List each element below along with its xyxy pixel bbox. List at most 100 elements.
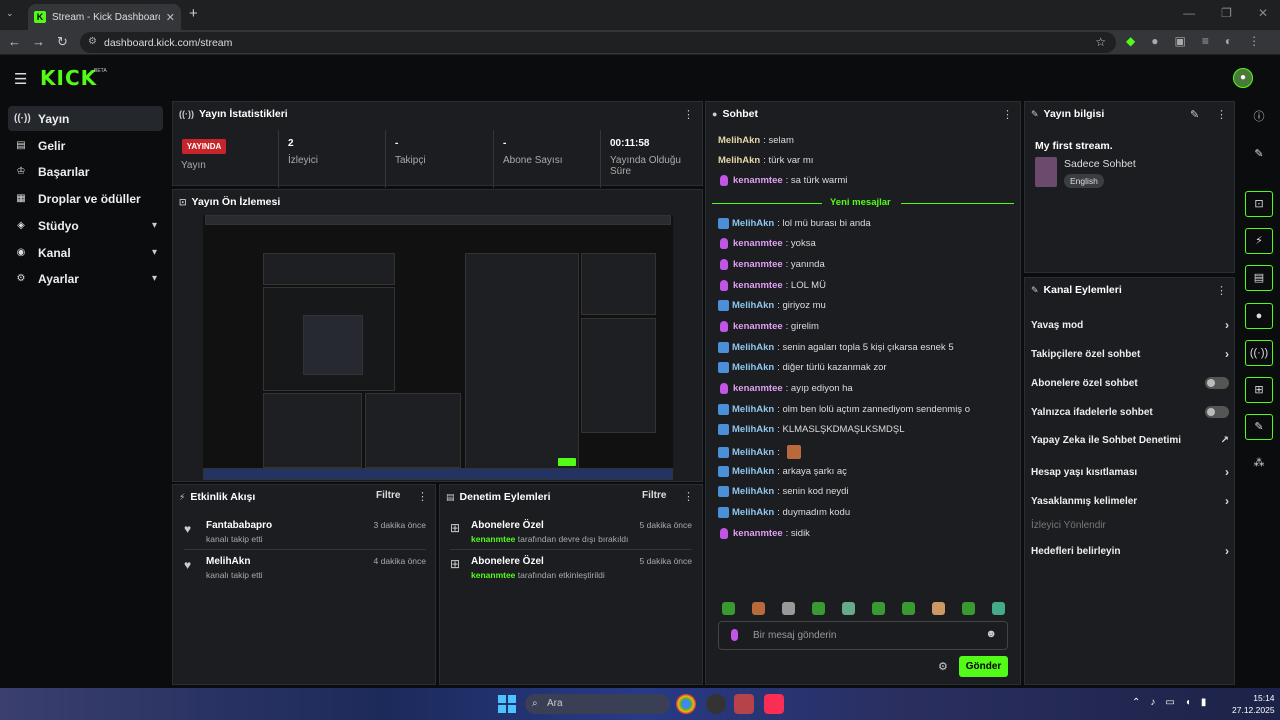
chat-username[interactable]: MelihAkn (732, 507, 774, 518)
profile-icon[interactable]: ◐ (1225, 34, 1232, 48)
volume-icon[interactable]: ◖ (1185, 697, 1191, 708)
chat-username[interactable]: kenanmtee (733, 175, 783, 186)
url-field[interactable]: ⚙ dashboard.kick.com/stream ☆ (80, 32, 1116, 53)
chat-username[interactable]: MelihAkn (732, 424, 774, 435)
chat-username[interactable]: kenanmtee (733, 528, 783, 539)
extensions-puzzle-icon[interactable]: ▣ (1174, 34, 1185, 48)
chat-username[interactable]: kenanmtee (733, 321, 783, 332)
chat-username[interactable]: MelihAkn (732, 218, 774, 229)
close-tab-icon[interactable]: ✕ (166, 11, 175, 24)
taskbar-clock[interactable]: 15:14 27.12.2025 (1232, 692, 1275, 716)
set-goals-row[interactable]: Hedefleri belirleyin › (1031, 544, 1229, 558)
moderation-filter-button[interactable]: Filtre (642, 490, 666, 501)
close-window-icon[interactable]: ✕ (1258, 6, 1268, 20)
chrome-menu-icon[interactable]: ⋮ (1248, 34, 1260, 48)
slow-mode-row[interactable]: Yavaş mod › (1031, 318, 1229, 332)
windows-start-icon[interactable] (498, 695, 516, 713)
sidebar-item-kanal[interactable]: ◉ Kanal ▾ (8, 240, 163, 265)
emote-icon[interactable] (782, 602, 795, 615)
bookmark-star-icon[interactable]: ☆ (1095, 35, 1106, 49)
chat-username[interactable]: kenanmtee (733, 383, 783, 394)
media-control-icon[interactable]: ≡ (1202, 34, 1209, 48)
tray-chevron-icon[interactable]: ⌃ (1132, 697, 1140, 708)
moderator-name[interactable]: kenanmtee (471, 570, 515, 580)
emote-icon[interactable] (812, 602, 825, 615)
more-options-icon[interactable]: ⋮ (1216, 284, 1227, 297)
category-thumbnail[interactable] (1035, 157, 1057, 187)
app-icon[interactable] (734, 694, 754, 714)
chat-username[interactable]: MelihAkn (732, 300, 774, 311)
sidebar-item-droplar[interactable]: ▦ Droplar ve ödüller (8, 186, 163, 211)
emote-icon[interactable] (722, 602, 735, 615)
emote-icon[interactable] (752, 602, 765, 615)
emote-picker-icon[interactable]: ☻ (985, 628, 997, 640)
wrench-toggle-icon[interactable]: ✎ (1245, 414, 1273, 440)
add-widget-icon[interactable]: ⁂ (1245, 451, 1273, 477)
back-icon[interactable]: ← (8, 34, 21, 49)
more-options-icon[interactable]: ⋮ (1216, 108, 1227, 121)
chat-username[interactable]: MelihAkn (718, 135, 760, 146)
chat-username[interactable]: MelihAkn (732, 486, 774, 497)
browser-tab[interactable]: K Stream - Kick Dashboard ✕ (28, 4, 181, 30)
minimize-icon[interactable]: — (1183, 6, 1195, 20)
network-icon[interactable]: ▭ (1165, 697, 1174, 708)
stats-toggle-icon[interactable]: ((·)) (1245, 340, 1273, 366)
sidebar-item-yayin[interactable]: ((·)) Yayın (8, 106, 163, 131)
emote-icon[interactable] (902, 602, 915, 615)
subscribers-only-toggle[interactable] (1205, 377, 1229, 389)
category-name[interactable]: Sadece Sohbet (1064, 158, 1136, 170)
chat-username[interactable]: kenanmtee (733, 280, 783, 291)
activity-filter-button[interactable]: Filtre (376, 490, 400, 501)
chat-settings-icon[interactable]: ⚙ (938, 660, 948, 673)
microphone-icon[interactable]: ♪ (1150, 697, 1155, 708)
chat-toggle-icon[interactable]: ● (1245, 303, 1273, 329)
more-options-icon[interactable]: ⋮ (1002, 108, 1013, 121)
chat-username[interactable]: MelihAkn (732, 466, 774, 477)
chat-username[interactable]: MelihAkn (732, 362, 774, 373)
emote-icon[interactable] (962, 602, 975, 615)
more-options-icon[interactable]: ⋮ (683, 108, 694, 121)
activity-toggle-icon[interactable]: ⚡ (1245, 228, 1273, 254)
chrome-app-icon[interactable] (676, 694, 696, 714)
emote-icon[interactable] (992, 602, 1005, 615)
chat-username[interactable]: kenanmtee (733, 238, 783, 249)
moderator-name[interactable]: kenanmtee (471, 534, 515, 544)
extension-icon[interactable]: ● (1151, 34, 1158, 48)
banned-words-row[interactable]: Yasaklanmış kelimeler › (1031, 494, 1229, 508)
chat-username[interactable]: kenanmtee (733, 259, 783, 270)
chat-username[interactable]: MelihAkn (732, 342, 774, 353)
info-icon[interactable]: ⓘ (1245, 105, 1273, 131)
emote-icon[interactable] (932, 602, 945, 615)
menu-hamburger-icon[interactable]: ☰ (14, 70, 27, 88)
moderation-toggle-icon[interactable]: ▤ (1245, 265, 1273, 291)
emote-icon[interactable] (842, 602, 855, 615)
chat-username[interactable]: MelihAkn (732, 404, 774, 415)
site-info-icon[interactable]: ⚙ (88, 36, 97, 47)
chat-username[interactable]: MelihAkn (732, 447, 774, 458)
edit-icon[interactable]: ✎ (1245, 142, 1273, 168)
sidebar-item-studyo[interactable]: ◈ Stüdyo ▾ (8, 213, 163, 238)
user-avatar[interactable]: ● (1233, 68, 1253, 88)
ai-moderation-row[interactable]: Yapay Zeka ile Sohbet Denetimi ↗ (1031, 435, 1229, 446)
kick-logo[interactable]: KICK (40, 66, 97, 90)
emotes-only-toggle[interactable] (1205, 406, 1229, 418)
new-tab-icon[interactable]: + (189, 5, 198, 22)
followers-only-row[interactable]: Takipçilere özel sohbet › (1031, 347, 1229, 361)
extension-icon[interactable]: ◆ (1126, 34, 1135, 48)
more-options-icon[interactable]: ⋮ (683, 490, 694, 503)
account-age-row[interactable]: Hesap yaşı kısıtlaması › (1031, 465, 1229, 479)
emote-icon[interactable] (872, 602, 885, 615)
taskbar-search[interactable]: ⌕ Ara (525, 694, 670, 714)
send-button[interactable]: Gönder (959, 656, 1008, 677)
more-options-icon[interactable]: ⋮ (417, 490, 428, 503)
restore-icon[interactable]: ❐ (1221, 6, 1232, 20)
reload-icon[interactable]: ↻ (57, 34, 68, 50)
stream-preview-video[interactable] (203, 215, 673, 480)
sidebar-item-ayarlar[interactable]: ⚙ Ayarlar ▾ (8, 266, 163, 291)
chat-input[interactable]: Bir mesaj gönderin ☻ (718, 621, 1008, 650)
forward-icon[interactable]: → (32, 34, 45, 49)
sidebar-item-basarilar[interactable]: ♔ Başarılar (8, 159, 163, 184)
obs-app-icon[interactable] (706, 694, 726, 714)
tab-search-icon[interactable]: ⌄ (6, 8, 14, 19)
preview-toggle-icon[interactable]: ⊡ (1245, 191, 1273, 217)
